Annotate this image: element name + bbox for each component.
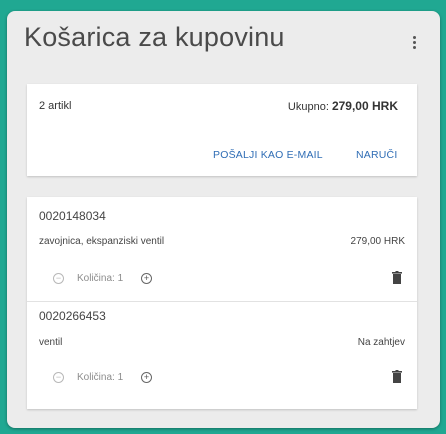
cart-items-card: 0020148034 zavojnica, ekspanziski ventil…	[27, 197, 417, 409]
order-button[interactable]: NARUČI	[356, 149, 397, 161]
trash-icon[interactable]	[392, 271, 402, 284]
item-price: 279,00 HRK	[350, 236, 405, 247]
send-as-email-button[interactable]: POŠALJI KAO E-MAIL	[213, 149, 323, 161]
trash-icon[interactable]	[392, 370, 402, 383]
quantity-label: Količina: 1	[77, 372, 124, 383]
increase-quantity-icon[interactable]: +	[141, 273, 152, 284]
decrease-quantity-icon[interactable]: −	[53, 273, 64, 284]
more-vert-icon[interactable]	[409, 36, 419, 56]
item-description: zavojnica, ekspanziski ventil	[39, 236, 165, 247]
decrease-quantity-icon[interactable]: −	[53, 372, 64, 383]
total-value: 279,00 HRK	[331, 99, 398, 113]
item-count: 2 artikl	[39, 100, 72, 112]
page-title: Košarica za kupovinu	[24, 22, 285, 52]
increase-quantity-icon[interactable]: +	[141, 372, 152, 383]
item-code: 0020148034	[39, 209, 106, 223]
cart-total: Ukupno: 279,00 HRK	[288, 99, 398, 113]
quantity-label: Količina: 1	[77, 273, 124, 284]
item-code: 0020266453	[39, 309, 106, 323]
item-description: ventil	[39, 337, 63, 348]
item-divider	[27, 301, 417, 302]
cart-summary-card: 2 artikl Ukupno: 279,00 HRK POŠALJI KAO …	[27, 84, 417, 176]
total-label: Ukupno:	[287, 101, 329, 113]
item-price: Na zahtjev	[357, 337, 405, 348]
